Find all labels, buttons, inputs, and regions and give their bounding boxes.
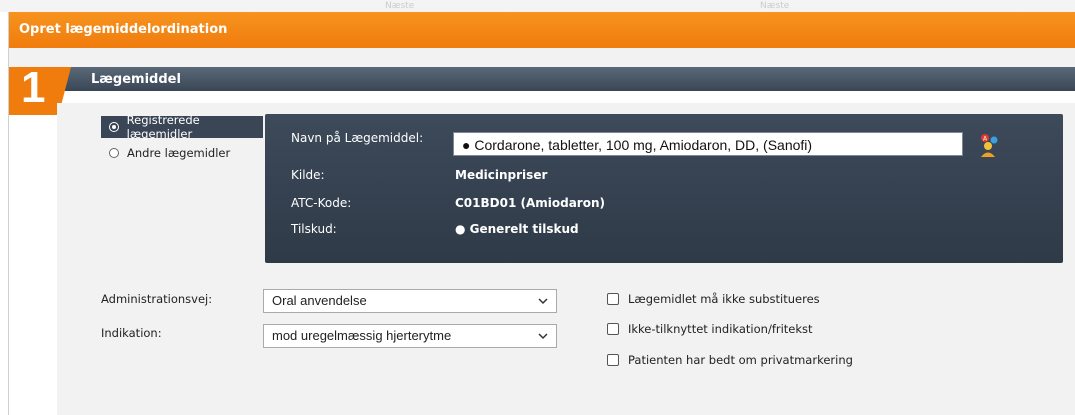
route-label: Administrationsvej: bbox=[101, 292, 213, 306]
private-marking-checkbox-row[interactable]: Patienten har bedt om privatmarkering bbox=[607, 353, 853, 367]
radio-label: Andre lægemidler bbox=[127, 146, 231, 160]
background-page-strip: Næste Næste bbox=[0, 0, 1075, 12]
private-marking-checkbox[interactable] bbox=[607, 354, 619, 366]
background-ghost-text-right: Næste bbox=[760, 1, 790, 11]
source-value: Medicinpriser bbox=[455, 168, 548, 182]
radio-button[interactable] bbox=[109, 148, 119, 158]
indication-select[interactable]: mod uregelmæssig hjerterytme bbox=[263, 324, 557, 348]
no-substitution-checkbox-row[interactable]: Lægemidlet må ikke substitueres bbox=[607, 292, 820, 306]
subsidy-value: ● Generelt tilskud bbox=[455, 222, 579, 236]
source-label: Kilde: bbox=[291, 168, 325, 182]
header-spacer bbox=[9, 48, 1075, 67]
chevron-down-icon bbox=[538, 333, 548, 340]
radio-registered-drugs[interactable]: Registrerede lægemidler bbox=[101, 113, 263, 141]
background-ghost-text-left: Næste bbox=[385, 1, 415, 11]
prescription-dialog: Opret lægemiddelordination Lægemiddel 1 … bbox=[8, 12, 1075, 415]
free-text-indication-label: Ikke-tilknyttet indikation/fritekst bbox=[628, 322, 813, 336]
no-substitution-label: Lægemidlet må ikke substitueres bbox=[628, 292, 820, 306]
radio-other-drugs[interactable]: Andre lægemidler bbox=[101, 142, 263, 164]
radio-button[interactable] bbox=[109, 122, 119, 132]
radio-label: Registrerede lægemidler bbox=[126, 113, 200, 141]
free-text-indication-checkbox[interactable] bbox=[607, 323, 619, 335]
drug-info-panel: Navn på Lægemiddel: ● Cordarone, tablett… bbox=[265, 114, 1063, 263]
drug-name-field[interactable]: ● Cordarone, tabletter, 100 mg, Amiodaro… bbox=[453, 132, 963, 156]
route-select[interactable]: Oral anvendelse bbox=[263, 289, 557, 313]
drug-lookup-icon[interactable]: A bbox=[977, 133, 1001, 157]
chevron-down-icon bbox=[538, 298, 548, 305]
section-header: Lægemiddel bbox=[55, 67, 1075, 91]
indication-label: Indikation: bbox=[101, 326, 162, 340]
no-substitution-checkbox[interactable] bbox=[607, 293, 619, 305]
step-number: 1 bbox=[21, 63, 46, 112]
dialog-title: Opret lægemiddelordination bbox=[19, 22, 228, 37]
indication-selected-value: mod uregelmæssig hjerterytme bbox=[272, 328, 452, 343]
free-text-indication-checkbox-row[interactable]: Ikke-tilknyttet indikation/fritekst bbox=[607, 322, 813, 336]
atc-code-value: C01BD01 (Amiodaron) bbox=[455, 196, 605, 210]
dialog-header: Opret lægemiddelordination bbox=[9, 12, 1075, 48]
subsidy-label: Tilskud: bbox=[291, 222, 337, 236]
private-marking-label: Patienten har bedt om privatmarkering bbox=[628, 353, 853, 367]
section-title: Lægemiddel bbox=[91, 72, 181, 87]
drug-name-label: Navn på Lægemiddel: bbox=[291, 131, 424, 145]
atc-code-label: ATC-Kode: bbox=[291, 196, 352, 210]
route-selected-value: Oral anvendelse bbox=[272, 293, 367, 308]
